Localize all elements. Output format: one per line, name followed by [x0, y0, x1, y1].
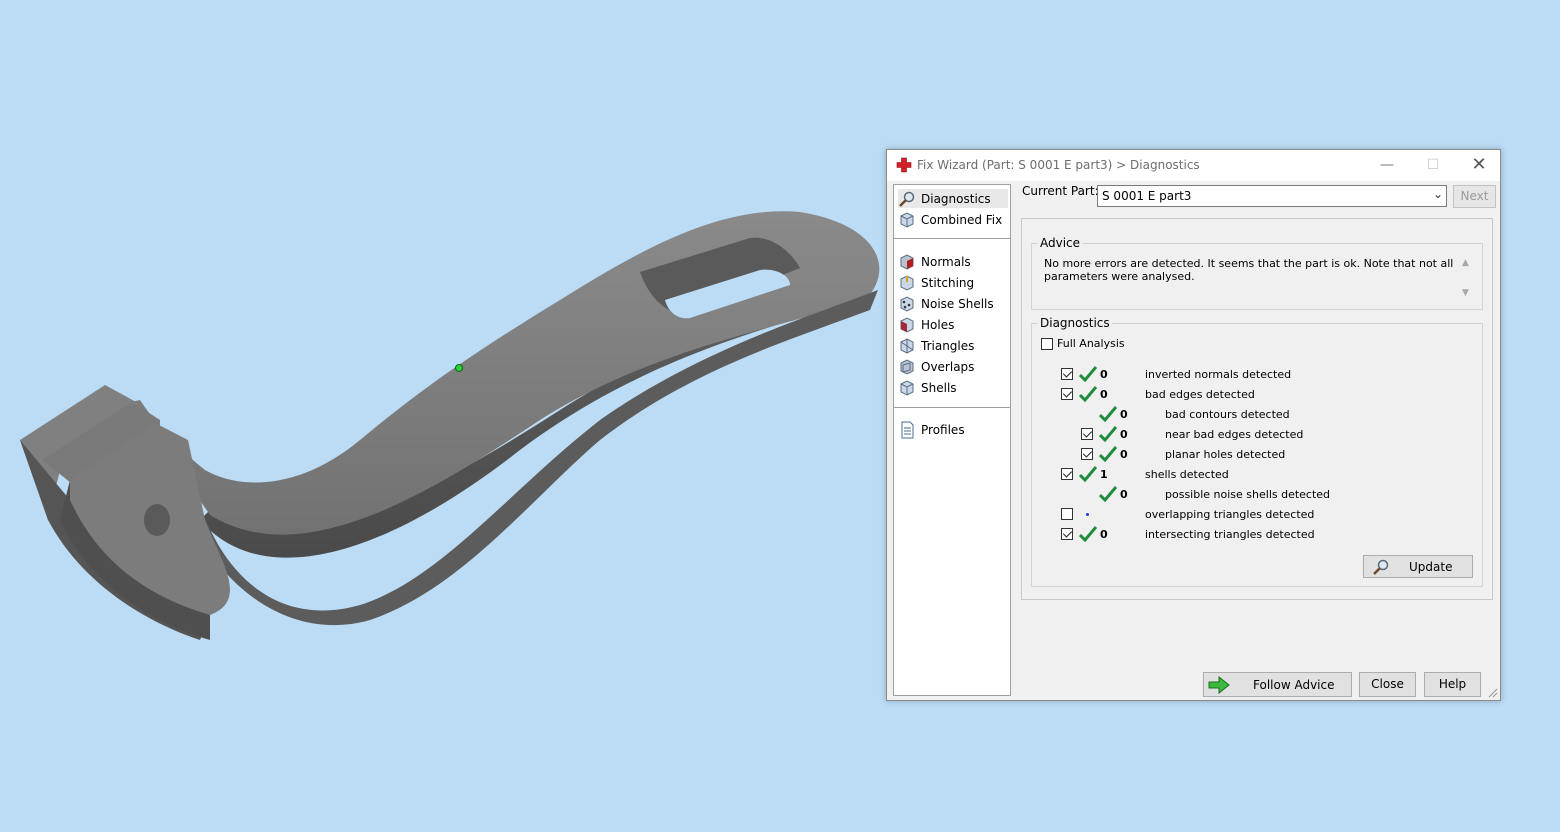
- update-label: Update: [1409, 560, 1453, 574]
- holes-cube-icon: [900, 316, 914, 333]
- nav-item-combined-fix[interactable]: Combined Fix: [898, 210, 1008, 229]
- diagnostic-label: shells detected: [1145, 468, 1229, 481]
- green-check-icon: [1078, 366, 1098, 383]
- diagnostic-label: inverted normals detected: [1145, 368, 1292, 381]
- help-button[interactable]: Help: [1424, 672, 1481, 697]
- close-button[interactable]: Close: [1359, 672, 1416, 697]
- not-analysed-dot-icon: [1086, 513, 1089, 516]
- nav-item-profiles[interactable]: Profiles: [898, 420, 1008, 439]
- diagnostic-checkbox[interactable]: [1061, 368, 1073, 380]
- diagnostic-checkbox[interactable]: [1061, 468, 1073, 480]
- nav-item-triangles[interactable]: Triangles: [898, 336, 1008, 355]
- minimize-button[interactable]: —: [1364, 150, 1410, 180]
- diagnostic-label: possible noise shells detected: [1165, 488, 1331, 501]
- nav-label: Diagnostics: [921, 191, 991, 206]
- window-title: Fix Wizard (Part: S 0001 E part3) > Diag…: [917, 158, 1200, 172]
- nav-item-noise-shells[interactable]: Noise Shells: [898, 294, 1008, 313]
- nav-label: Stitching: [921, 275, 975, 290]
- fix-wizard-dialog: Fix Wizard (Part: S 0001 E part3) > Diag…: [886, 149, 1501, 701]
- nav-item-shells[interactable]: Shells: [898, 378, 1008, 397]
- green-check-icon: [1098, 486, 1118, 503]
- title-bar[interactable]: Fix Wizard (Part: S 0001 E part3) > Diag…: [887, 150, 1500, 181]
- shells-cube-icon: [900, 379, 914, 396]
- green-arrow-icon: [1208, 676, 1230, 694]
- nav-item-stitching[interactable]: Stitching: [898, 273, 1008, 292]
- full-analysis-checkbox[interactable]: [1041, 338, 1053, 350]
- maximize-button[interactable]: ☐: [1410, 150, 1456, 180]
- green-check-icon: [1078, 386, 1098, 403]
- diagnostic-count: 1: [1100, 468, 1108, 481]
- current-part-label: Current Part:: [1022, 184, 1099, 198]
- nav-item-diagnostics[interactable]: Diagnostics: [898, 189, 1008, 208]
- full-analysis-label: Full Analysis: [1057, 337, 1125, 350]
- diagnostic-checkbox[interactable]: [1061, 528, 1073, 540]
- diagnostic-label: intersecting triangles detected: [1145, 528, 1315, 541]
- diagnostic-count: 0: [1100, 528, 1108, 541]
- diagnostic-label: bad edges detected: [1145, 388, 1255, 401]
- overlaps-cube-icon: [900, 358, 914, 375]
- nav-label: Triangles: [921, 338, 975, 353]
- update-button[interactable]: Update: [1363, 555, 1473, 578]
- nav-label: Shells: [921, 380, 957, 395]
- diagnostic-checkbox[interactable]: [1061, 388, 1073, 400]
- nav-label: Profiles: [921, 422, 965, 437]
- green-check-icon: [1098, 446, 1118, 463]
- nav-label: Holes: [921, 317, 955, 332]
- green-check-icon: [1098, 406, 1118, 423]
- nav-label: Combined Fix: [921, 212, 1003, 227]
- noise-shells-icon: [900, 295, 914, 312]
- next-button[interactable]: Next: [1453, 185, 1496, 208]
- advice-text: No more errors are detected. It seems th…: [1044, 257, 1454, 283]
- nav-label: Overlaps: [921, 359, 975, 374]
- diagnostic-count: 0: [1120, 428, 1128, 441]
- diagnostic-checkbox[interactable]: [1061, 508, 1073, 520]
- diagnostic-count: 0: [1100, 388, 1108, 401]
- nav-item-normals[interactable]: Normals: [898, 252, 1008, 271]
- red-cross-icon: [896, 157, 912, 173]
- nav-item-overlaps[interactable]: Overlaps: [898, 357, 1008, 376]
- green-check-icon: [1098, 426, 1118, 443]
- chevron-down-icon: ⌄: [1432, 187, 1443, 201]
- advice-group: Advice No more errors are detected. It s…: [1031, 236, 1483, 310]
- stitching-cube-icon: [900, 274, 914, 291]
- diagnostic-checkbox[interactable]: [1081, 448, 1093, 460]
- document-icon: [901, 421, 914, 438]
- diagnostics-title: Diagnostics: [1038, 316, 1112, 330]
- close-window-button[interactable]: ✕: [1456, 150, 1502, 180]
- follow-advice-label: Follow Advice: [1253, 678, 1335, 692]
- scroll-up-icon[interactable]: ▲: [1462, 258, 1469, 268]
- diagnostic-label: overlapping triangles detected: [1145, 508, 1315, 521]
- diagnostic-count: 0: [1120, 488, 1128, 501]
- green-check-icon: [1078, 466, 1098, 483]
- scroll-down-icon[interactable]: ▼: [1462, 288, 1469, 298]
- follow-advice-button[interactable]: Follow Advice: [1203, 672, 1352, 697]
- advice-title: Advice: [1038, 236, 1083, 250]
- diagnostic-count: 0: [1120, 448, 1128, 461]
- current-part-value: S 0001 E part3: [1102, 189, 1192, 203]
- nav-divider: [894, 407, 1010, 408]
- part-model[interactable]: [0, 0, 900, 700]
- diagnostic-label: near bad edges detected: [1165, 428, 1304, 441]
- resize-grip-icon[interactable]: [1488, 688, 1498, 698]
- diagnostic-checkbox[interactable]: [1081, 428, 1093, 440]
- wizard-nav-list: Diagnostics Combined Fix Normals Stitchi…: [893, 184, 1011, 696]
- cube-icon: [900, 211, 914, 228]
- normals-cube-icon: [900, 253, 914, 270]
- diagnostic-count: 0: [1100, 368, 1108, 381]
- triangles-cube-icon: [900, 337, 914, 354]
- nav-divider: [894, 238, 1010, 239]
- nav-label: Noise Shells: [921, 296, 994, 311]
- current-part-select[interactable]: S 0001 E part3 ⌄: [1097, 185, 1447, 207]
- magnifier-icon: [899, 191, 915, 207]
- nav-label: Normals: [921, 254, 971, 269]
- nav-item-holes[interactable]: Holes: [898, 315, 1008, 334]
- green-check-icon: [1078, 526, 1098, 543]
- magnifier-icon: [1373, 559, 1389, 575]
- diagnostic-label: planar holes detected: [1165, 448, 1286, 461]
- diagnostic-label: bad contours detected: [1165, 408, 1290, 421]
- diagnostic-count: 0: [1120, 408, 1128, 421]
